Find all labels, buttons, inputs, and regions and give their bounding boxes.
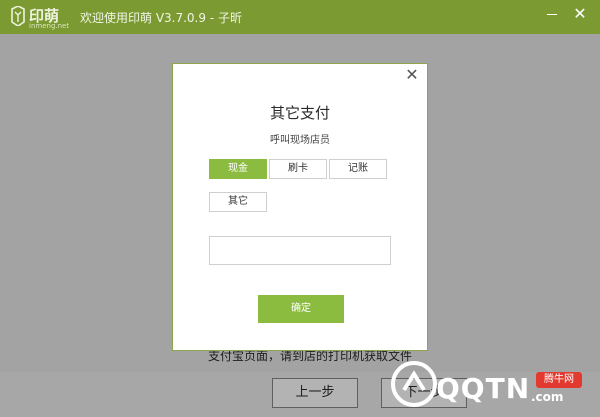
dialog-title: 其它支付 xyxy=(269,104,330,122)
title-bar: 印萌 inmeng.net 欢迎使用印萌 V3.7.0.9 - 子昕 ✕ xyxy=(0,0,600,34)
watermark-suffix: .com xyxy=(531,390,564,404)
logo-domain: inmeng.net xyxy=(29,22,70,30)
payment-dialog: ✕ 其它支付 呼叫现场店员 现金 刷卡 记账 其它 确定 xyxy=(172,63,428,351)
option-cash-button[interactable]: 现金 xyxy=(209,159,267,179)
option-credit-button[interactable]: 记账 xyxy=(329,159,387,179)
close-window-button[interactable]: ✕ xyxy=(570,4,590,24)
amount-input[interactable] xyxy=(209,236,391,265)
watermark-logo: QQTN .com xyxy=(390,356,564,414)
close-icon: ✕ xyxy=(573,4,587,23)
dialog-close-icon[interactable]: ✕ xyxy=(403,66,421,84)
app-logo: 印萌 inmeng.net xyxy=(10,5,70,31)
window-title: 欢迎使用印萌 V3.7.0.9 - 子昕 xyxy=(80,11,242,25)
previous-step-button[interactable]: 上一步 xyxy=(272,378,358,408)
dialog-subtitle: 呼叫现场店员 xyxy=(270,135,330,146)
logo-mark-icon xyxy=(11,6,25,26)
watermark-text: QQTN xyxy=(436,372,531,405)
minimize-button[interactable] xyxy=(542,4,562,24)
option-card-button[interactable]: 刷卡 xyxy=(269,159,327,179)
watermark-circle-icon xyxy=(391,361,437,407)
confirm-button[interactable]: 确定 xyxy=(258,295,344,323)
option-other-button[interactable]: 其它 xyxy=(209,192,267,212)
watermark-badge: 腾牛网 xyxy=(536,372,582,388)
